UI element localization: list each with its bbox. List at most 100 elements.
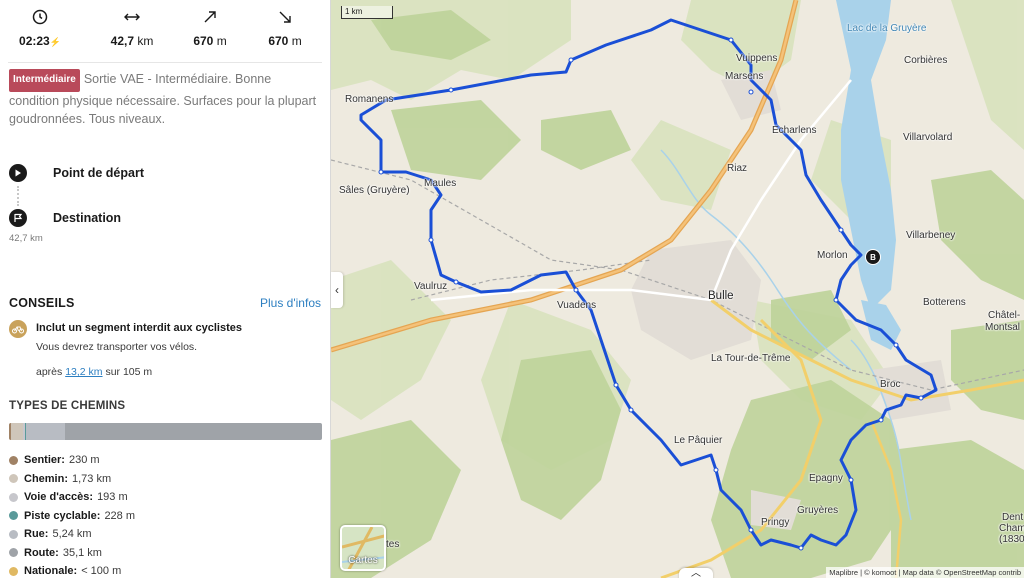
flag-icon [9, 209, 27, 227]
place-vaulruz: Vaulruz [414, 281, 448, 292]
difficulty-badge: Intermédiaire [9, 69, 80, 92]
bolt-icon: ⚡ [49, 37, 61, 47]
place-montsalvens: Montsal [985, 322, 1021, 333]
place-lepaquier: Le Pâquier [674, 435, 723, 446]
place-dent: Dent [1002, 512, 1024, 523]
place-tourdetreme: La Tour-de-Trême [711, 353, 791, 364]
path-type-value: 5,24 km [52, 528, 92, 541]
place-chatel: Châtel- [988, 310, 1021, 321]
uphill-icon [204, 11, 216, 23]
place-gruyeres: Gruyères [797, 505, 839, 516]
tip-range: après 13,2 km sur 105 m [36, 366, 152, 378]
tip-text: Vous devrez transporter vos vélos. [36, 341, 198, 353]
path-type-item: Rue: 5,24 km [9, 525, 135, 544]
tip-title: Inclut un segment interdit aux cyclistes [36, 322, 242, 334]
place-botterens: Botterens [923, 297, 966, 308]
path-types-list: Sentier: 230 m Chemin: 1,73 km Voie d'accès:… [9, 451, 135, 578]
place-villarvolard: Villarvolard [903, 132, 953, 143]
path-type-dot [9, 566, 18, 576]
waypoint-start-label: Point de départ [53, 166, 144, 180]
tip-distance-link[interactable]: 13,2 km [65, 366, 102, 378]
waypoint-end[interactable]: Destination [9, 209, 121, 227]
path-type-dot [9, 492, 18, 502]
chevron-up-icon[interactable]: ︿ [679, 568, 713, 578]
path-type-segment [64, 423, 322, 440]
place-lake: Lac de la Gruyère [847, 23, 927, 34]
path-type-dot [9, 474, 18, 484]
place-villarbeney: Villarbeney [906, 230, 956, 241]
tip-over: sur 105 m [105, 366, 153, 378]
path-type-item: Chemin: 1,73 km [9, 470, 135, 489]
place-romanens: Romanens [345, 94, 394, 105]
stat-duration: 02:23⚡ [0, 8, 80, 48]
place-morlon: Morlon [817, 250, 848, 261]
place-marsens: Marsens [725, 71, 764, 82]
waypoint-start[interactable]: Point de départ [9, 164, 144, 182]
path-type-dot [9, 529, 18, 539]
downhill-icon [279, 11, 291, 23]
place-altitude: (1830 [999, 534, 1024, 545]
conseils-heading: CONSEILS [9, 296, 75, 310]
play-icon [9, 164, 27, 182]
downhill-unit: m [291, 34, 302, 48]
place-riaz: Riaz [727, 163, 748, 174]
end-marker[interactable]: B [865, 249, 881, 265]
divider [8, 62, 322, 63]
path-type-segment [26, 423, 65, 440]
path-type-value: 1,73 km [72, 472, 112, 485]
tip-after: après [36, 366, 63, 378]
path-type-item: Nationale: < 100 m [9, 562, 135, 578]
path-types-bar [9, 423, 322, 440]
downhill-value: 670 [268, 34, 289, 48]
place-pringy: Pringy [761, 517, 790, 528]
uphill-value: 670 [193, 34, 214, 48]
path-type-name: Sentier: [24, 454, 65, 467]
duration-value: 02:23 [19, 34, 50, 48]
clock-icon [32, 9, 48, 25]
path-type-dot [9, 455, 18, 465]
place-sales: Sâles (Gruyère) [339, 185, 410, 196]
path-type-name: Chemin: [24, 472, 68, 485]
path-type-name: Piste cyclable: [24, 509, 101, 522]
place-partial: tes [386, 539, 400, 550]
path-type-item: Route: 35,1 km [9, 544, 135, 563]
waypoint-connector [17, 186, 19, 206]
path-type-item: Sentier: 230 m [9, 451, 135, 470]
place-vuadens: Vuadens [557, 300, 597, 311]
place-maules: Maules [424, 178, 457, 189]
map-layer-switcher[interactable]: Cartes [340, 525, 386, 571]
path-type-value: 193 m [97, 491, 128, 504]
place-corbieres: Corbières [904, 55, 948, 66]
map-scale: 1 km [341, 6, 393, 19]
place-cham: Cham [999, 523, 1024, 534]
collapse-panel-button[interactable]: ‹ [331, 272, 343, 308]
distance-arrows-icon [124, 13, 140, 21]
tour-description: Intermédiaire Sortie VAE - Intermédiaire.… [9, 69, 324, 129]
path-type-name: Nationale: [24, 565, 78, 578]
map-view[interactable]: Lac de la Gruyère Vuippens Marsens Corbi… [331, 0, 1024, 578]
place-broc: Broc [880, 379, 901, 390]
stat-downhill: 670 m [245, 8, 325, 48]
path-types-heading: TYPES DE CHEMINS [9, 400, 126, 412]
path-type-name: Voie d'accès: [24, 491, 94, 504]
path-type-value: 228 m [104, 509, 136, 522]
map-attribution[interactable]: Maplibre | © komoot | Map data © OpenStr… [826, 567, 1024, 578]
tour-details-panel: 02:23⚡ 42,7 km 670 m 670 m Intermédiaire… [0, 0, 331, 578]
more-info-link[interactable]: Plus d'infos [260, 296, 321, 310]
stat-uphill: 670 m [170, 8, 250, 48]
map-layer-label: Cartes [348, 555, 378, 566]
bicycle-icon [9, 320, 27, 338]
distance-unit: km [137, 34, 154, 48]
place-echarlens: Echarlens [772, 125, 817, 136]
chevron-left-icon: ‹ [335, 283, 339, 297]
path-type-value: 35,1 km [62, 546, 102, 559]
path-type-dot [9, 548, 18, 558]
path-type-name: Route: [24, 546, 59, 559]
path-type-dot [9, 511, 18, 521]
place-bulle: Bulle [708, 290, 734, 302]
tour-stats: 02:23⚡ 42,7 km 670 m 670 m [0, 8, 330, 56]
distance-value: 42,7 [110, 34, 134, 48]
waypoint-distance: 42,7 km [9, 233, 43, 244]
path-type-segment [10, 423, 24, 440]
place-vuippens: Vuippens [736, 53, 778, 64]
